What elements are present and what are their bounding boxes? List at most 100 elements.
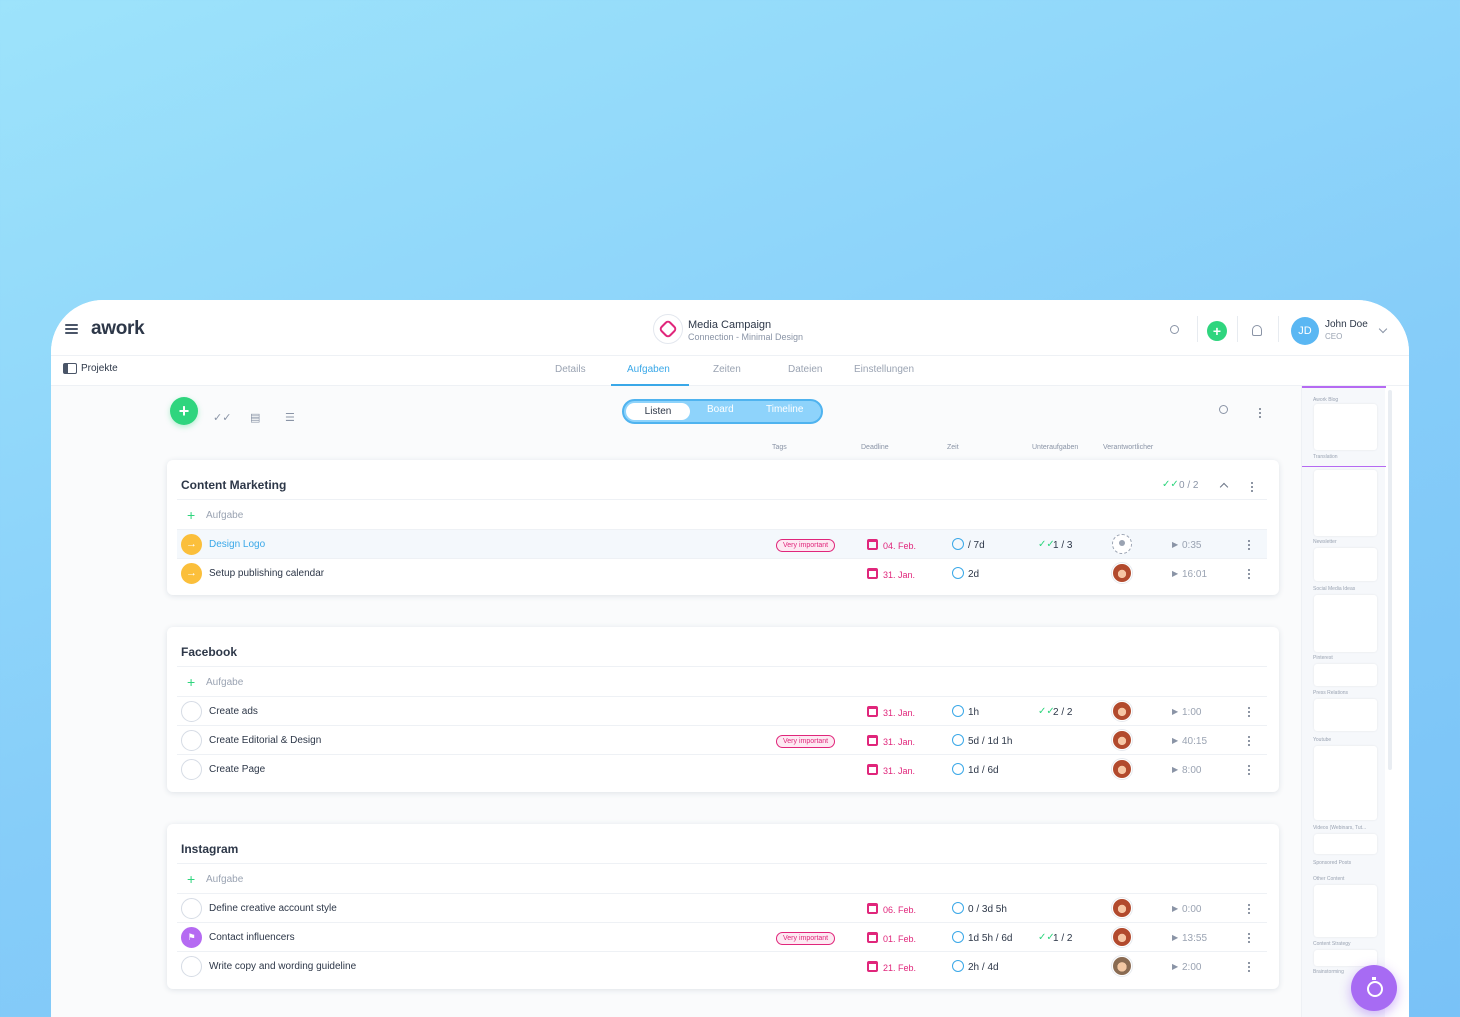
task-more-icon[interactable]	[1248, 538, 1252, 552]
task-name[interactable]: Define creative account style	[209, 903, 337, 914]
status-open-icon[interactable]	[181, 730, 202, 751]
play-icon[interactable]: ▶	[1172, 540, 1178, 549]
task-more-icon[interactable]	[1248, 931, 1252, 945]
task-more-icon[interactable]	[1248, 567, 1252, 581]
search-icon[interactable]	[1219, 405, 1230, 416]
task-row[interactable]: → Design Logo Very important 04. Feb. / …	[177, 529, 1267, 558]
view-board[interactable]: Board	[707, 404, 734, 415]
bell-icon[interactable]	[1252, 325, 1262, 336]
task-time[interactable]: 2h / 4d	[968, 962, 999, 973]
play-icon[interactable]: ▶	[1172, 707, 1178, 716]
tab-dateien[interactable]: Dateien	[788, 364, 822, 375]
add-task-row[interactable]: + Aufgabe	[177, 667, 1267, 696]
status-flag-icon[interactable]: ⚑	[181, 927, 202, 948]
tag-badge[interactable]: Very important	[776, 932, 836, 945]
play-icon[interactable]: ▶	[1172, 962, 1178, 971]
assignee-avatar[interactable]	[1112, 927, 1132, 947]
play-icon[interactable]: ▶	[1172, 765, 1178, 774]
task-time[interactable]: 0 / 3d 5h	[968, 904, 1007, 915]
task-deadline[interactable]: 31. Jan.	[883, 570, 915, 580]
tab-aufgaben[interactable]: Aufgaben	[627, 364, 670, 375]
task-more-icon[interactable]	[1248, 902, 1252, 916]
task-more-icon[interactable]	[1248, 960, 1252, 974]
status-open-icon[interactable]	[181, 956, 202, 977]
play-icon[interactable]: ▶	[1172, 933, 1178, 942]
task-time[interactable]: 1d 5h / 6d	[968, 933, 1012, 944]
task-deadline[interactable]: 06. Feb.	[883, 905, 916, 915]
assignee-avatar[interactable]	[1112, 730, 1132, 750]
task-deadline[interactable]: 01. Feb.	[883, 934, 916, 944]
double-check-icon[interactable]: ✓✓	[213, 411, 231, 424]
add-task-row[interactable]: + Aufgabe	[177, 500, 1267, 529]
add-task-button[interactable]: +	[170, 397, 198, 425]
task-name[interactable]: Create Editorial & Design	[209, 735, 321, 746]
status-open-icon[interactable]	[181, 898, 202, 919]
tab-zeiten[interactable]: Zeiten	[713, 364, 741, 375]
chevron-down-icon[interactable]	[1378, 324, 1388, 334]
play-icon[interactable]: ▶	[1172, 736, 1178, 745]
menu-icon[interactable]	[65, 324, 78, 334]
more-options-icon[interactable]	[1259, 406, 1263, 420]
status-in-progress-icon[interactable]: →	[181, 563, 202, 584]
task-name[interactable]: Design Logo	[209, 539, 265, 550]
task-name[interactable]: Create Page	[209, 764, 265, 775]
task-name[interactable]: Contact influencers	[209, 932, 295, 943]
status-open-icon[interactable]	[181, 701, 202, 722]
task-name[interactable]: Create ads	[209, 706, 258, 717]
task-row[interactable]: Define creative account style 06. Feb. 0…	[177, 893, 1267, 922]
task-time[interactable]: 5d / 1d 1h	[968, 736, 1012, 747]
task-deadline[interactable]: 31. Jan.	[883, 766, 915, 776]
timer-fab-button[interactable]	[1351, 965, 1397, 1011]
task-deadline[interactable]: 31. Jan.	[883, 708, 915, 718]
projects-link[interactable]: Projekte	[63, 363, 118, 374]
task-subtasks[interactable]: 2 / 2	[1053, 707, 1072, 718]
task-subtasks[interactable]: 1 / 3	[1053, 540, 1072, 551]
task-name[interactable]: Write copy and wording guideline	[209, 961, 356, 972]
search-icon[interactable]	[1170, 325, 1181, 336]
list-icon[interactable]: ☰	[285, 411, 295, 424]
list-title[interactable]: Content Marketing	[181, 478, 286, 492]
task-row[interactable]: Create Page 31. Jan. 1d / 6d ▶ 8:00	[177, 754, 1267, 783]
task-time[interactable]: 1d / 6d	[968, 765, 999, 776]
task-row[interactable]: → Setup publishing calendar 31. Jan. 2d …	[177, 558, 1267, 587]
task-row[interactable]: Create Editorial & Design Very important…	[177, 725, 1267, 754]
play-icon[interactable]: ▶	[1172, 569, 1178, 578]
list-title[interactable]: Facebook	[181, 645, 237, 659]
task-row[interactable]: ⚑ Contact influencers Very important 01.…	[177, 922, 1267, 951]
task-more-icon[interactable]	[1248, 763, 1252, 777]
stack-icon[interactable]: ▤	[250, 411, 260, 424]
task-row[interactable]: Create ads 31. Jan. 1h ✓✓ 2 / 2 ▶ 1:00	[177, 696, 1267, 725]
task-more-icon[interactable]	[1248, 705, 1252, 719]
assignee-avatar[interactable]	[1112, 956, 1132, 976]
status-open-icon[interactable]	[181, 759, 202, 780]
assignee-empty-avatar[interactable]	[1112, 534, 1132, 554]
tag-badge[interactable]: Very important	[776, 539, 836, 552]
play-icon[interactable]: ▶	[1172, 904, 1178, 913]
task-deadline[interactable]: 21. Feb.	[883, 963, 916, 973]
task-row[interactable]: Write copy and wording guideline 21. Feb…	[177, 951, 1267, 980]
assignee-avatar[interactable]	[1112, 898, 1132, 918]
task-time[interactable]: 2d	[968, 569, 979, 580]
tab-details[interactable]: Details	[555, 364, 586, 375]
user-avatar[interactable]: JD	[1291, 317, 1319, 345]
collapse-icon[interactable]	[1219, 482, 1229, 492]
task-subtasks[interactable]: 1 / 2	[1053, 933, 1072, 944]
task-name[interactable]: Setup publishing calendar	[209, 568, 324, 579]
add-button[interactable]: +	[1207, 321, 1227, 341]
assignee-avatar[interactable]	[1112, 759, 1132, 779]
tab-einstellungen[interactable]: Einstellungen	[854, 364, 914, 375]
task-deadline[interactable]: 04. Feb.	[883, 541, 916, 551]
list-more-icon[interactable]	[1251, 480, 1255, 494]
tag-badge[interactable]: Very important	[776, 735, 836, 748]
user-name[interactable]: John Doe	[1325, 319, 1368, 330]
app-logo[interactable]: awork	[91, 318, 145, 340]
list-title[interactable]: Instagram	[181, 842, 238, 856]
view-listen[interactable]: Listen	[626, 403, 690, 420]
task-deadline[interactable]: 31. Jan.	[883, 737, 915, 747]
assignee-avatar[interactable]	[1112, 701, 1132, 721]
view-timeline[interactable]: Timeline	[766, 404, 803, 415]
add-task-row[interactable]: + Aufgabe	[177, 864, 1267, 893]
task-more-icon[interactable]	[1248, 734, 1252, 748]
assignee-avatar[interactable]	[1112, 563, 1132, 583]
status-in-progress-icon[interactable]: →	[181, 534, 202, 555]
